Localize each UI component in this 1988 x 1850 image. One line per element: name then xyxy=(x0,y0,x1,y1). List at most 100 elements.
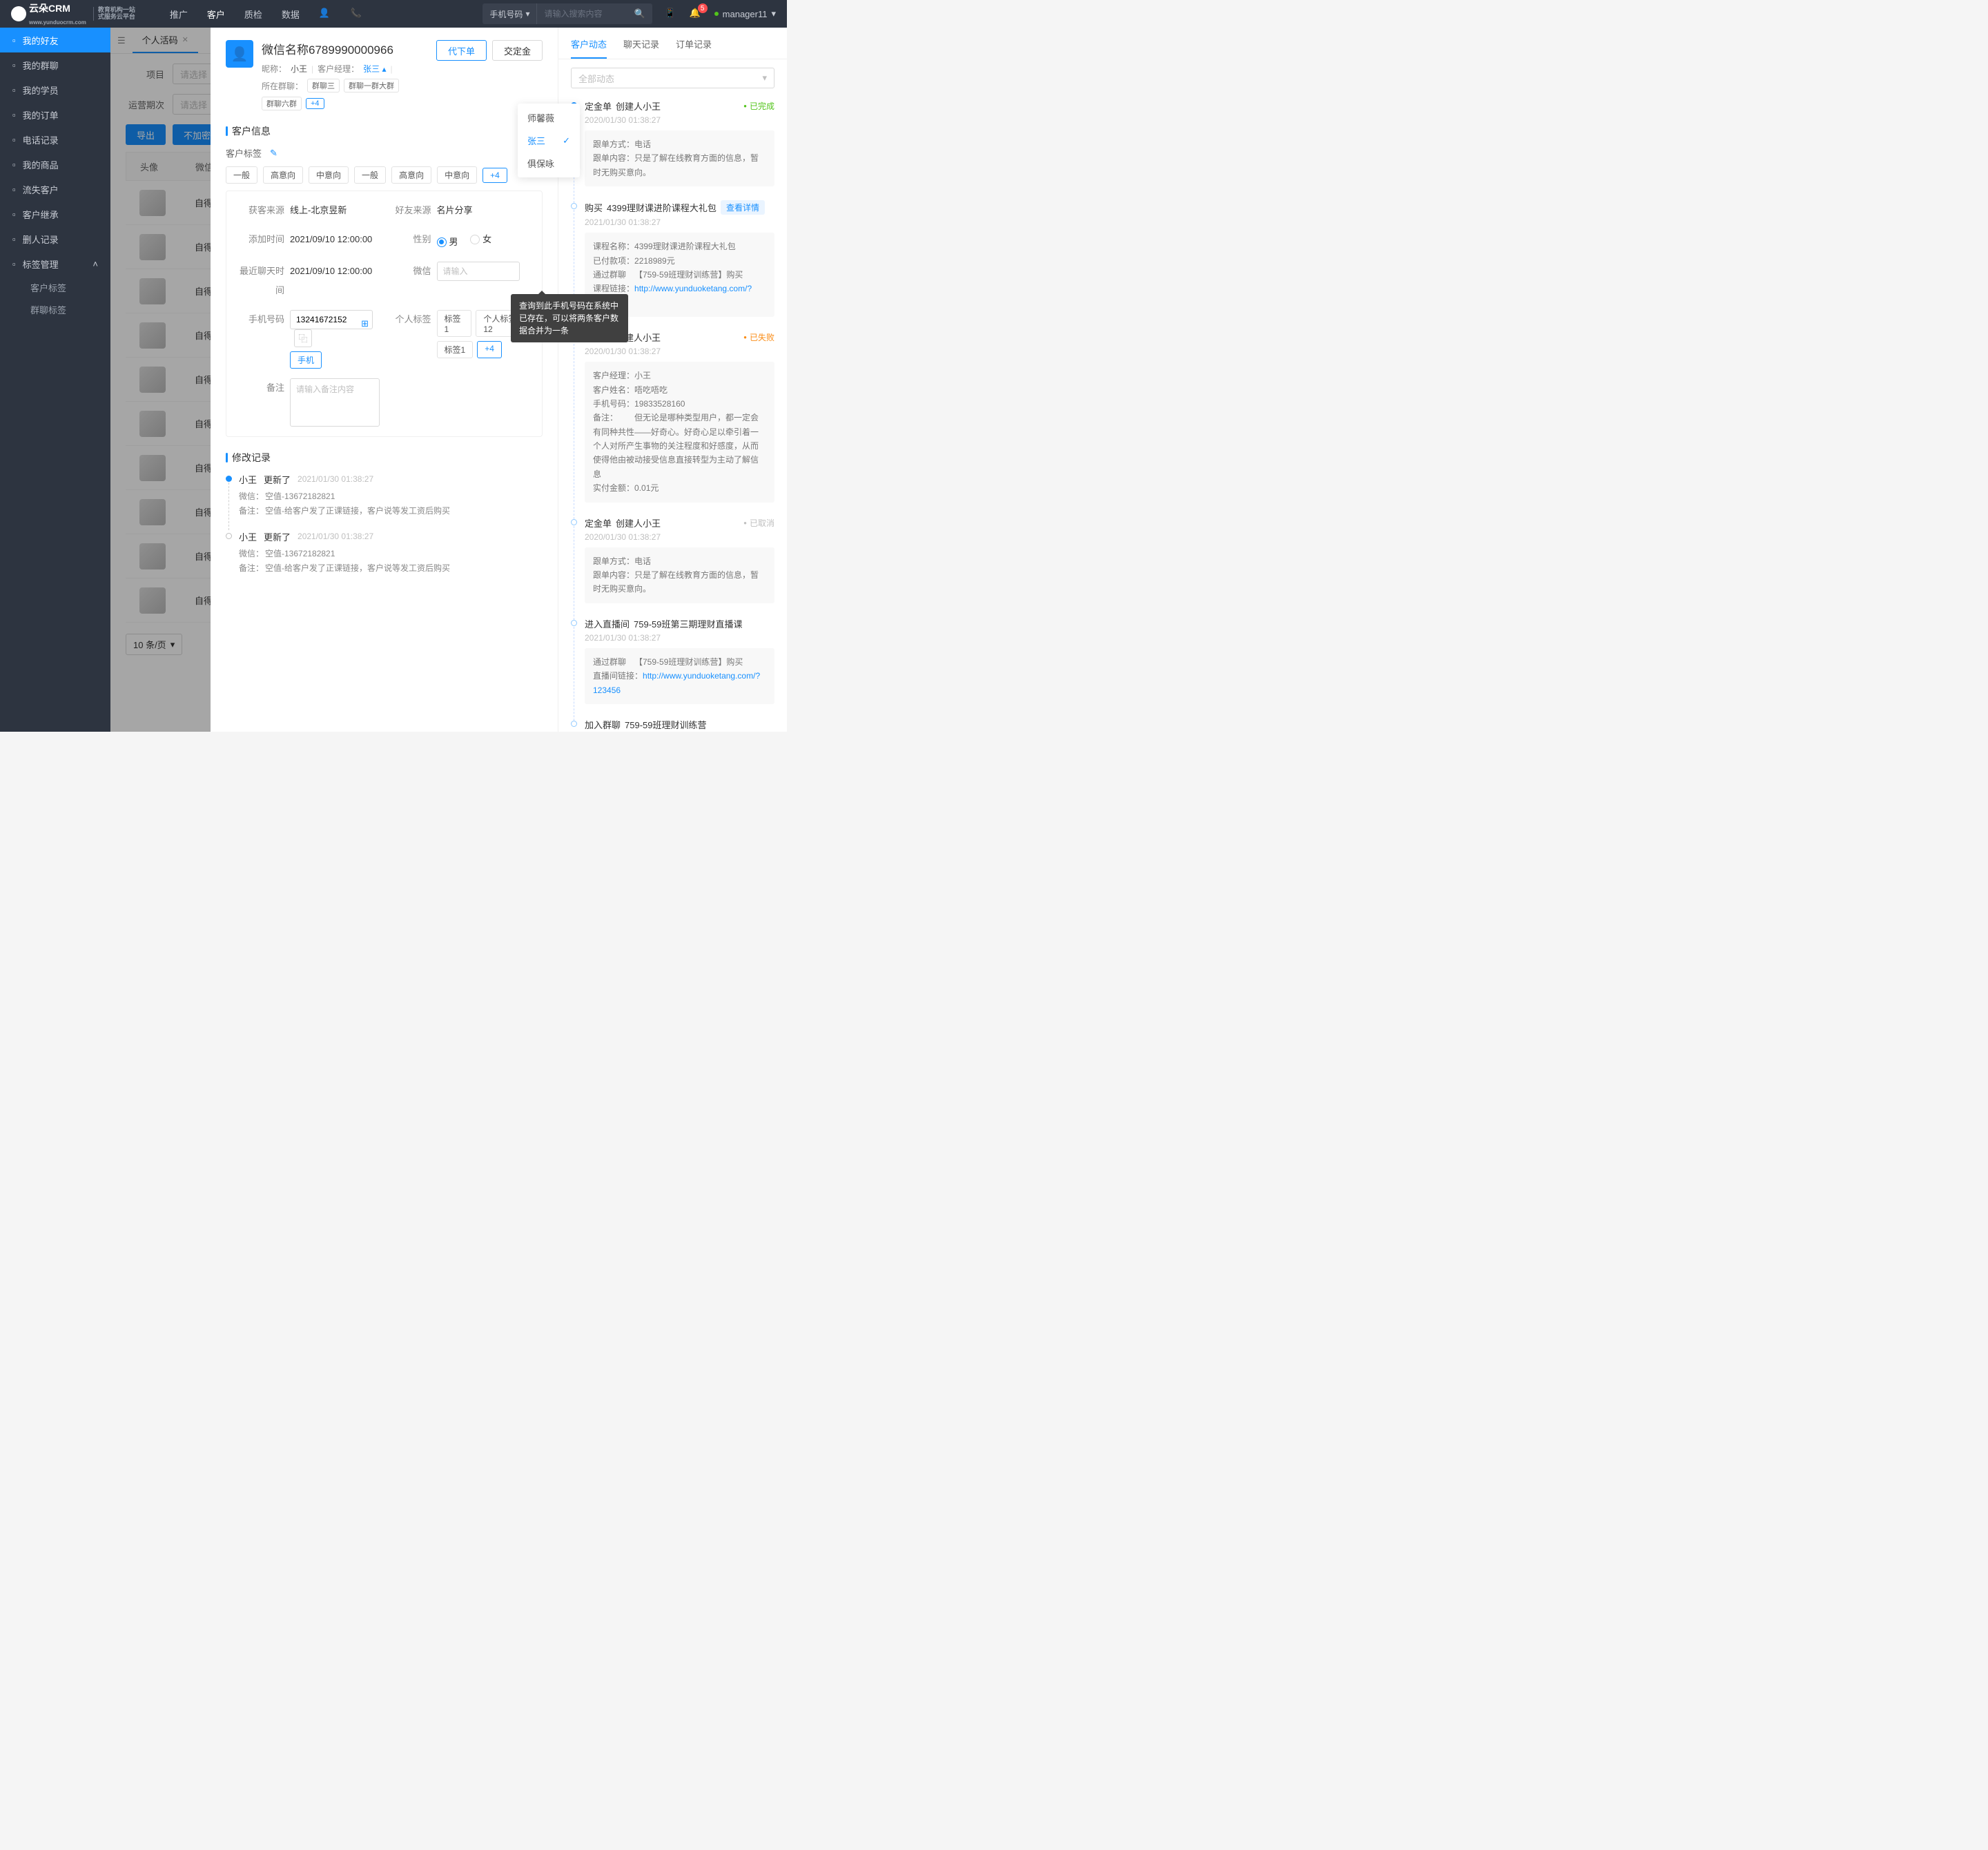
sidebar: ▫我的好友▫我的群聊▫我的学员▫我的订单▫电话记录▫我的商品▫流失客户▫客户继承… xyxy=(0,28,110,732)
username: manager11 xyxy=(723,9,768,19)
tag-more[interactable]: +4 xyxy=(483,168,507,183)
filter-icon: ▫ xyxy=(12,85,16,95)
manager-select[interactable]: 张三 ▴ xyxy=(363,63,386,75)
mobile-icon[interactable]: 📱 xyxy=(665,8,677,20)
source-value: 线上-北京昱新 xyxy=(290,201,347,220)
event-card: 客户经理：小王客户姓名：唔吃唔吃手机号码：19833528160备注：但无论是哪… xyxy=(585,362,774,503)
event-sub: 759-59班第三期理财直播课 xyxy=(634,617,742,630)
personal-tag[interactable]: 标签1 xyxy=(437,341,474,358)
topbar: 云朵CRM www.yunduocrm.com 教育机构一站式服务云平台 推广 … xyxy=(0,0,787,28)
group-chip[interactable]: 群聊六群 xyxy=(262,97,302,110)
chat-icon: ▫ xyxy=(12,60,16,70)
friend-source-label: 好友来源 xyxy=(384,201,431,220)
phone-icon[interactable]: 📞 xyxy=(351,8,363,20)
sidebar-label: 客户继承 xyxy=(23,208,59,221)
box-icon: ▫ xyxy=(12,159,16,170)
timeline-dot xyxy=(571,203,577,209)
gender-male-radio[interactable]: 男 xyxy=(437,233,458,252)
tab-chatlog[interactable]: 聊天记录 xyxy=(623,37,659,59)
tab-orders[interactable]: 订单记录 xyxy=(676,37,712,59)
customer-tag[interactable]: 高意向 xyxy=(391,166,431,184)
sidebar-item[interactable]: ▫我的订单 xyxy=(0,102,110,127)
timeline-dot xyxy=(226,476,232,482)
event-card: 跟单方式：电话跟单内容：只是了解在线教育方面的信息，暂时无购买意向。 xyxy=(585,130,774,186)
group-chip[interactable]: 群聊三 xyxy=(307,79,340,92)
sidebar-sub-item[interactable]: 客户标签 xyxy=(0,276,110,298)
last-chat-value: 2021/09/10 12:00:00 xyxy=(290,262,372,281)
timeline-dot xyxy=(571,519,577,525)
source-label: 获客来源 xyxy=(237,201,284,220)
group-more-chip[interactable]: +4 xyxy=(306,98,324,109)
timeline-dot xyxy=(571,620,577,626)
timeline-dot xyxy=(226,533,232,539)
copy-icon[interactable]: ⿻ xyxy=(294,329,312,347)
gender-female-radio[interactable]: 女 xyxy=(470,230,491,249)
tab-activity[interactable]: 客户动态 xyxy=(571,37,607,59)
customer-tag[interactable]: 中意向 xyxy=(309,166,349,184)
sidebar-item[interactable]: ▫流失客户 xyxy=(0,177,110,202)
sidebar-item[interactable]: ▫标签管理˄ xyxy=(0,251,110,276)
nav-customer[interactable]: 客户 xyxy=(207,8,225,21)
phone-input[interactable] xyxy=(290,310,373,329)
sidebar-label: 我的商品 xyxy=(23,158,59,171)
brand-name: 云朵CRM xyxy=(29,3,70,14)
event-time: 2020/01/30 01:38:27 xyxy=(585,347,774,356)
nav-data[interactable]: 数据 xyxy=(282,8,300,21)
personal-tag[interactable]: 标签1 xyxy=(437,310,472,337)
sidebar-label: 我的订单 xyxy=(23,108,59,121)
user-icon[interactable]: 👤 xyxy=(319,8,331,20)
timeline-item: 进入直播间759-59班第三期理财直播课 2021/01/30 01:38:27… xyxy=(571,617,774,718)
sidebar-item[interactable]: ▫我的学员 xyxy=(0,77,110,102)
remark-textarea[interactable] xyxy=(290,378,380,427)
event-time: 2021/01/30 01:38:27 xyxy=(585,217,774,227)
phone-tag[interactable]: 手机 xyxy=(290,351,322,369)
user-menu[interactable]: manager11 ▾ xyxy=(714,8,776,19)
sidebar-label: 流失客户 xyxy=(23,183,59,196)
sidebar-item[interactable]: ▫删人记录 xyxy=(0,226,110,251)
manager-dropdown: 师馨薇张三✓俱保咏 xyxy=(518,104,580,177)
activity-filter-select[interactable]: 全部动态▾ xyxy=(571,68,774,88)
brand-sub: 教育机构一站式服务云平台 xyxy=(93,7,135,21)
customer-title: 微信名称6789990000966 xyxy=(262,40,428,57)
customer-tag[interactable]: 高意向 xyxy=(263,166,303,184)
customer-tag[interactable]: 一般 xyxy=(226,166,257,184)
nick-value: 小王 xyxy=(291,63,307,75)
last-chat-label: 最近聊天时间 xyxy=(237,262,284,300)
sidebar-item[interactable]: ▫ 我的商品 xyxy=(0,152,110,177)
bell-icon[interactable]: 🔔5 xyxy=(690,8,702,20)
nav-promo[interactable]: 推广 xyxy=(170,8,188,21)
sidebar-item[interactable]: ▫我的好友 xyxy=(0,28,110,52)
sidebar-sub-item[interactable]: 群聊标签 xyxy=(0,298,110,320)
timeline-item: 加入群聊759-59班理财训练营 2021/01/30 01:38:27 入群方… xyxy=(571,718,774,732)
timeline-item: 定金单创建人小王已取消 2020/01/30 01:38:27 跟单方式：电话跟… xyxy=(571,516,774,617)
delete-icon: ▫ xyxy=(12,234,16,244)
search-input[interactable] xyxy=(537,9,627,19)
search-group: 手机号码▾ 🔍 xyxy=(483,3,652,24)
wechat-input[interactable] xyxy=(437,262,520,281)
deposit-button[interactable]: 交定金 xyxy=(492,40,543,61)
nav-qc[interactable]: 质检 xyxy=(244,8,262,21)
section-mod-history: 修改记录 xyxy=(226,451,543,465)
place-order-button[interactable]: 代下单 xyxy=(436,40,487,61)
view-detail-link[interactable]: 查看详情 xyxy=(721,200,765,215)
phone-tooltip: 查询到此手机号码在系统中已存在，可以将两条客户数据合并为一条 xyxy=(511,294,558,342)
sidebar-label: 我的群聊 xyxy=(23,59,59,72)
customer-tag[interactable]: 中意向 xyxy=(437,166,477,184)
search-type-select[interactable]: 手机号码▾ xyxy=(483,3,537,24)
personal-tag-more[interactable]: +4 xyxy=(477,341,502,358)
event-title: 进入直播间 xyxy=(585,617,630,630)
search-icon[interactable]: 🔍 xyxy=(627,8,652,19)
group-chip[interactable]: 群聊一群大群 xyxy=(344,79,399,92)
sidebar-item[interactable]: ▫电话记录 xyxy=(0,127,110,152)
customer-tag[interactable]: 一般 xyxy=(354,166,386,184)
edit-tags-icon[interactable]: ✎ xyxy=(270,148,277,159)
sidebar-item[interactable]: ▫ 我的群聊 xyxy=(0,52,110,77)
inherit-icon: ▫ xyxy=(12,209,16,220)
sidebar-item[interactable]: ▫ 客户继承 xyxy=(0,202,110,226)
event-sub: 创建人小王 xyxy=(616,516,661,529)
dropdown-option[interactable]: 俱保咏 xyxy=(518,152,580,175)
dropdown-option[interactable]: 师馨薇 xyxy=(518,106,580,129)
status-dot xyxy=(714,12,719,16)
phone-lookup-icon[interactable]: ⊞ xyxy=(361,318,369,329)
dropdown-option[interactable]: 张三✓ xyxy=(518,129,580,152)
